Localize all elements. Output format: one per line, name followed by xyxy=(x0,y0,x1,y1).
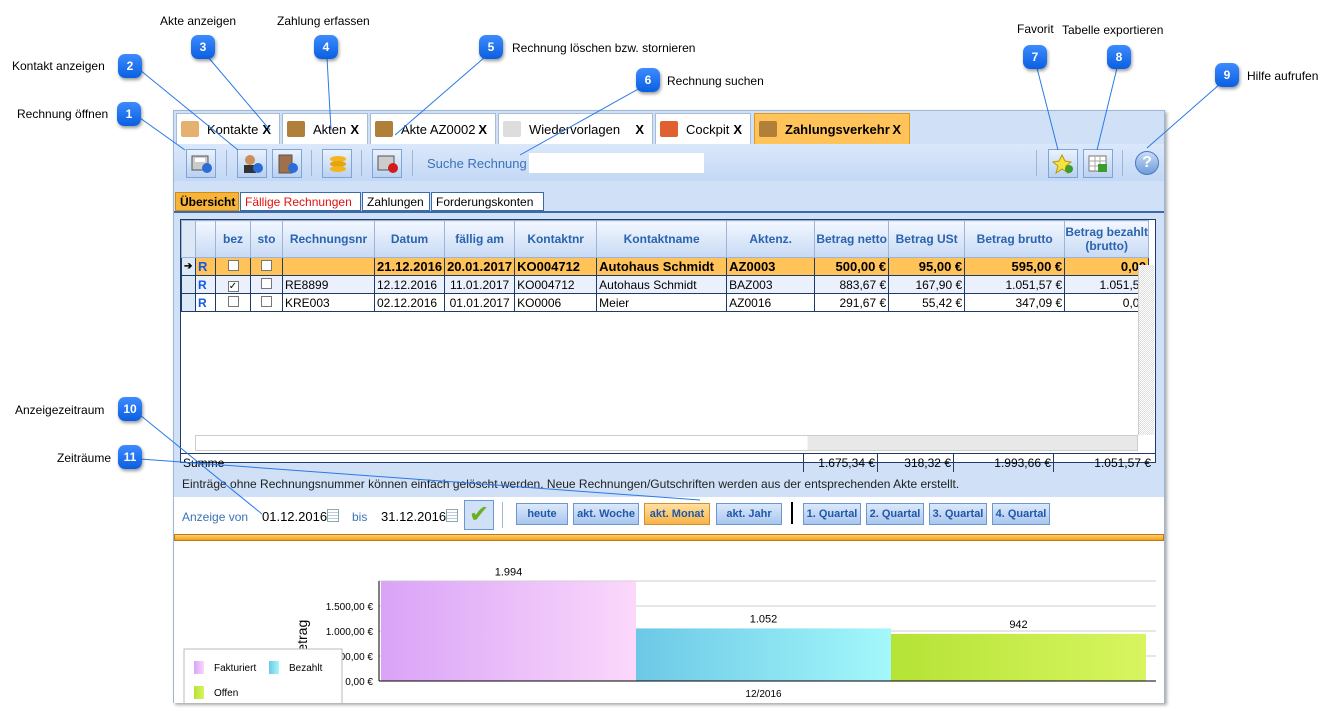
callout-badge: 2 xyxy=(118,54,142,78)
callout-label: Rechnung öffnen xyxy=(17,107,109,121)
callout-label: Anzeigezeitraum xyxy=(15,403,105,417)
callout-label: Kontakt anzeigen xyxy=(12,59,105,73)
callout-label: Zahlung erfassen xyxy=(277,14,370,28)
callout-badge: 9 xyxy=(1215,63,1239,87)
callout-badge: 3 xyxy=(191,35,215,59)
callout-badge: 11 xyxy=(118,445,142,469)
callout-badge: 10 xyxy=(118,397,142,421)
callout-label: Zeiträume xyxy=(57,451,112,465)
callout-label: Favorit xyxy=(1017,22,1054,36)
callout-badge: 6 xyxy=(636,68,660,92)
callout-label: Hilfe aufrufen xyxy=(1247,69,1319,83)
callout-badge: 5 xyxy=(479,35,503,59)
callout-label: Rechnung suchen xyxy=(667,74,764,88)
callout-label: Akte anzeigen xyxy=(160,14,237,28)
callout-badge: 4 xyxy=(314,35,338,59)
callout-label: Tabelle exportieren xyxy=(1062,23,1164,37)
callout-badge: 1 xyxy=(117,102,141,126)
callout-lines xyxy=(139,56,1221,515)
callout-badge: 7 xyxy=(1023,45,1047,69)
callout-badge: 8 xyxy=(1107,45,1131,69)
callout-label: Rechnung löschen bzw. stornieren xyxy=(512,41,696,55)
